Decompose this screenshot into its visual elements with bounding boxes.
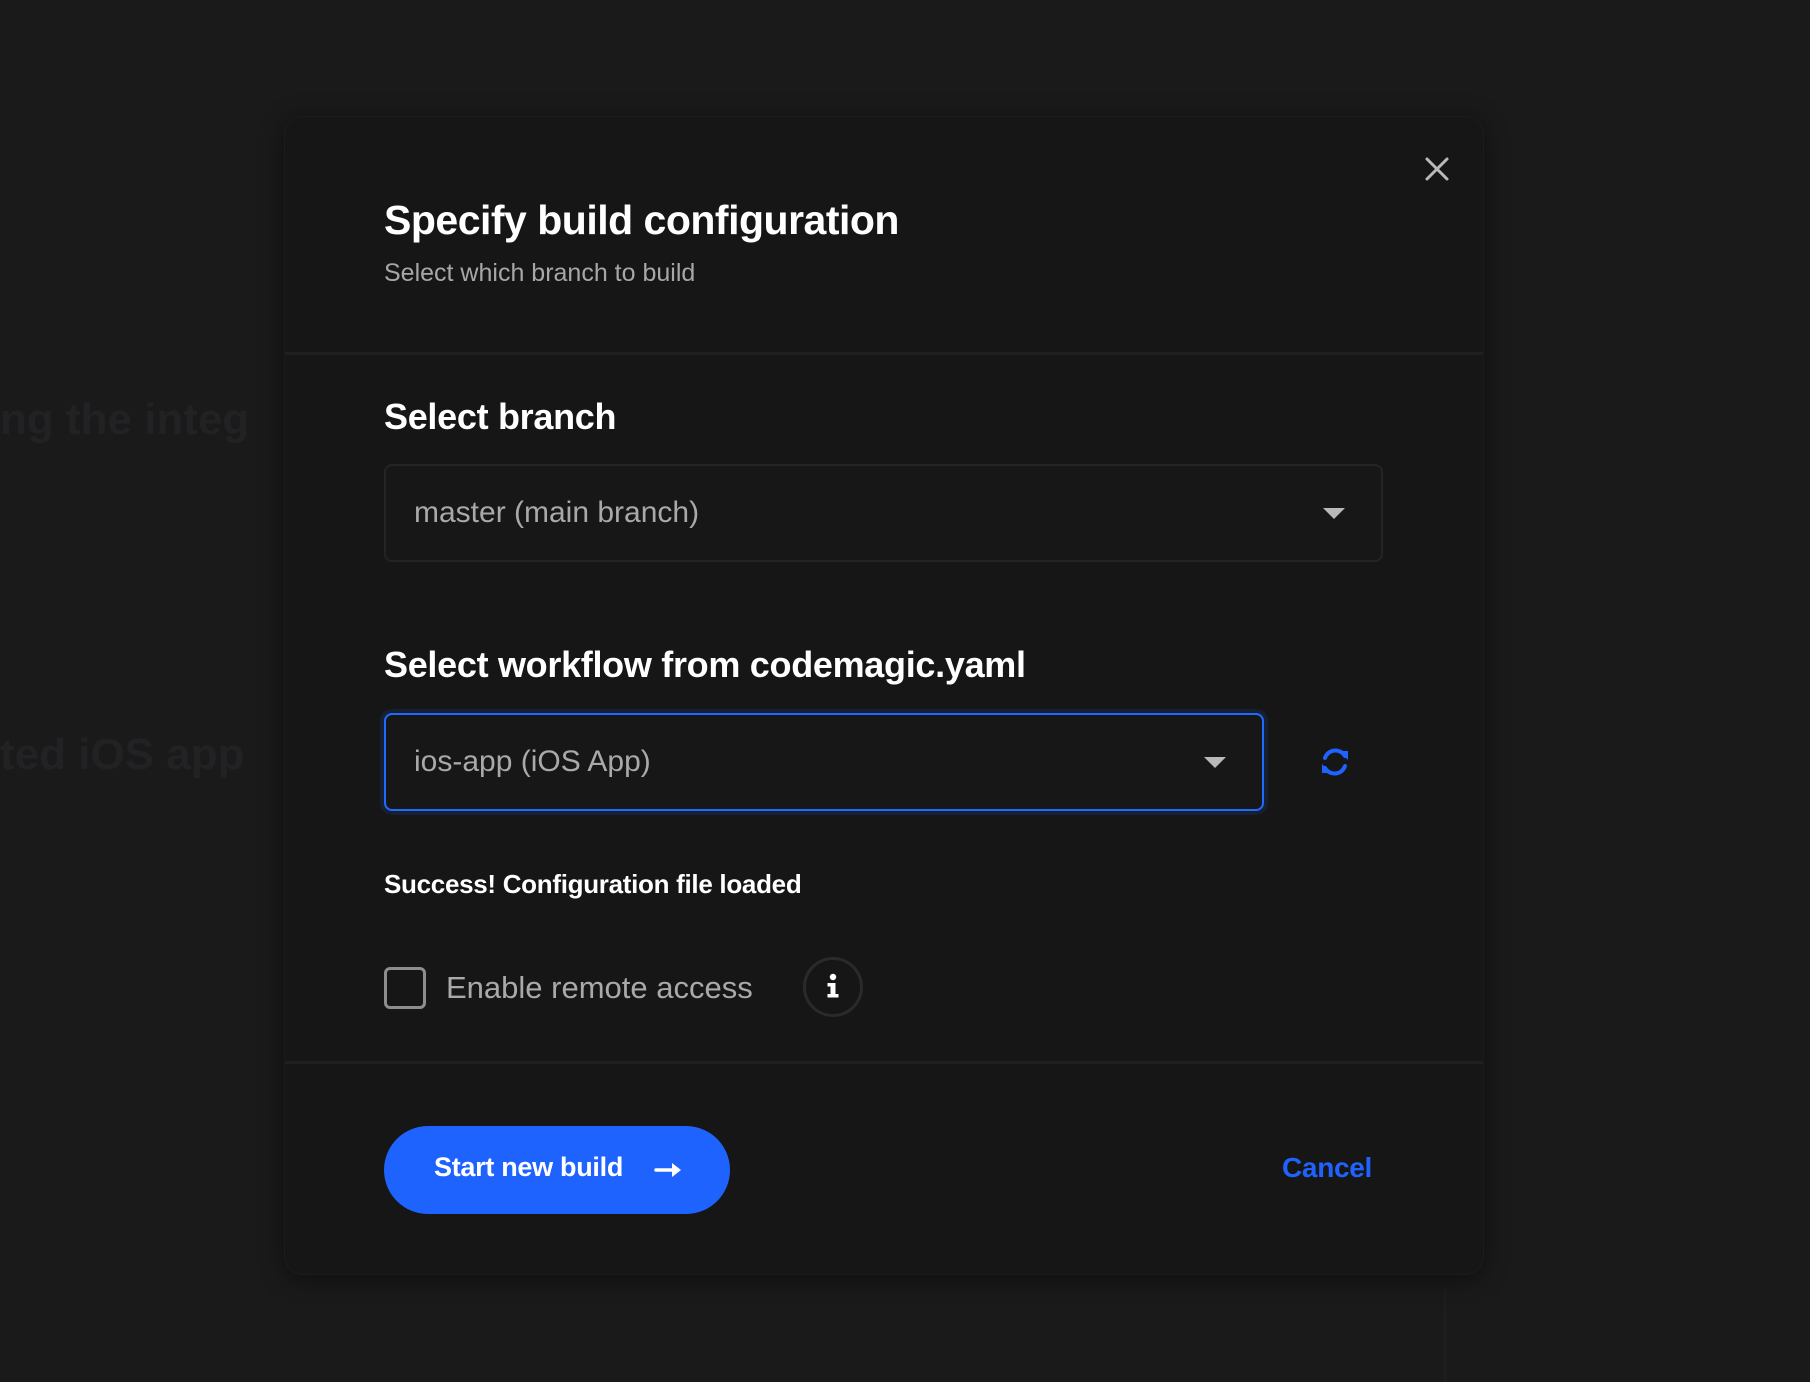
footer-divider — [285, 1061, 1483, 1064]
remote-access-info-button[interactable] — [803, 957, 863, 1017]
arrow-right-icon — [654, 1163, 681, 1177]
status-message: Success! Configuration file loaded — [384, 869, 802, 899]
modal-title: Specify build configuration — [384, 197, 899, 243]
info-icon — [827, 973, 839, 998]
modal-subtitle: Select which branch to build — [384, 259, 696, 287]
build-config-modal: Specify build configuration Select which… — [285, 117, 1483, 1274]
branch-select[interactable]: master (main branch) — [384, 464, 1383, 562]
branch-select-value: master (main branch) — [414, 496, 700, 529]
cancel-button[interactable]: Cancel — [1282, 1152, 1372, 1184]
background-text: ng the integ — [0, 395, 250, 444]
branch-label: Select branch — [384, 396, 617, 437]
chevron-down-icon — [1323, 508, 1345, 519]
refresh-workflows-button[interactable] — [1315, 742, 1355, 782]
workflow-select-value: ios-app (iOS App) — [414, 745, 651, 778]
start-build-label: Start new build — [434, 1152, 624, 1182]
start-build-button[interactable]: Start new build — [384, 1126, 730, 1214]
chevron-down-icon — [1204, 757, 1226, 768]
workflow-label: Select workflow from codemagic.yaml — [384, 644, 1026, 685]
remote-access-label[interactable]: Enable remote access — [446, 970, 753, 1006]
background-divider — [1444, 1290, 1446, 1382]
header-divider — [285, 352, 1483, 355]
refresh-icon — [1322, 748, 1348, 776]
remote-access-checkbox[interactable] — [384, 967, 426, 1009]
modal-header: Specify build configuration Select which… — [285, 117, 1483, 355]
background-text: ted iOS app — [0, 730, 245, 779]
workflow-select[interactable]: ios-app (iOS App) — [384, 713, 1264, 811]
